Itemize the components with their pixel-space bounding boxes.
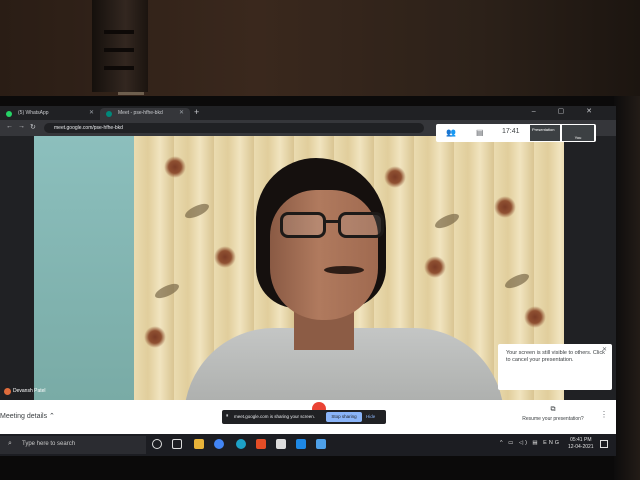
close-icon[interactable]: ✕	[602, 347, 607, 354]
taskbar-clock[interactable]: 05:41 PM 12-04-2021	[568, 437, 594, 451]
screen-share-banner: ⏸ meet.google.com is sharing your screen…	[222, 410, 386, 424]
presentation-label: Presentation	[532, 127, 555, 132]
tab-label: Meet - pse-hfhe-bkd	[118, 110, 163, 116]
back-icon[interactable]: ←	[6, 123, 13, 130]
self-tile[interactable]: D You	[562, 125, 594, 141]
notification-icon[interactable]	[600, 440, 608, 448]
photo-scene: (5) WhatsApp ✕ Meet - pse-hfhe-bkd ✕ + –…	[0, 0, 640, 480]
curtain-flower	[524, 306, 546, 328]
meeting-details-button[interactable]: Meeting details ⌃	[0, 412, 55, 420]
popup-text: Your screen is still visible to others. …	[506, 350, 605, 363]
taskbar-date: 12-04-2021	[568, 444, 594, 450]
taskbar-time: 05:41 PM	[570, 437, 592, 443]
chevron-up-icon: ⌃	[49, 413, 55, 420]
video-feed	[34, 136, 564, 400]
tab-meet[interactable]: Meet - pse-hfhe-bkd ✕	[100, 108, 190, 120]
curtain-flower	[424, 256, 446, 278]
search-placeholder: Type here to search	[22, 441, 76, 447]
edge-icon[interactable]	[236, 439, 246, 449]
more-options-icon[interactable]: ⋮	[600, 410, 608, 419]
cortana-icon[interactable]	[152, 439, 162, 449]
meet-top-bar: 👥 ▤ 17:41 Presentation D You	[436, 124, 596, 142]
curtain-flower	[144, 326, 166, 348]
url-text: meet.google.com/pse-hfhe-bkd	[54, 125, 123, 131]
close-icon[interactable]: ✕	[89, 109, 94, 116]
search-icon: ⌕	[8, 440, 12, 447]
self-label: You	[574, 135, 582, 140]
meet-icon	[106, 111, 112, 117]
resume-presentation-button[interactable]: ⧉ Resume your presentation?	[520, 406, 586, 422]
task-view-icon[interactable]	[172, 439, 182, 449]
people-icon[interactable]: 👥	[446, 128, 456, 137]
stop-sharing-button[interactable]: Stop sharing	[326, 412, 362, 422]
windows-taskbar: ⌕ Type here to search ^ ▭ ◁) ▤ ENG 05:41…	[0, 434, 616, 456]
window-controls[interactable]: – ▢ ✕	[532, 107, 602, 115]
office-icon[interactable]	[256, 439, 266, 449]
avatar	[4, 388, 11, 395]
moustache	[324, 266, 364, 274]
tab-whatsapp[interactable]: (5) WhatsApp ✕	[0, 108, 100, 120]
curtain-flower	[384, 166, 406, 188]
present-icon: ⧉	[550, 406, 556, 413]
whatsapp-icon	[6, 111, 12, 117]
chair-back	[92, 0, 148, 92]
participant-name-text: Devansh Patel	[13, 388, 46, 394]
reload-icon[interactable]: ↻	[30, 123, 36, 131]
hide-button[interactable]: Hide	[366, 414, 375, 419]
curtain-flower	[164, 156, 186, 178]
participant-name: Devansh Patel	[4, 388, 46, 395]
pause-icon: ⏸	[226, 413, 229, 419]
share-message: meet.google.com is sharing your screen.	[234, 414, 316, 419]
forward-icon[interactable]: →	[18, 123, 25, 130]
close-icon[interactable]: ✕	[179, 109, 184, 116]
chat-icon[interactable]: ▤	[476, 128, 484, 137]
person-face	[270, 190, 378, 320]
language-indicator[interactable]: ENG	[543, 440, 561, 446]
resume-label: Resume your presentation?	[522, 416, 584, 422]
monitor-edge	[614, 96, 640, 480]
url-field[interactable]: meet.google.com/pse-hfhe-bkd	[44, 123, 424, 133]
curtain-flower	[214, 246, 236, 268]
new-tab-button[interactable]: +	[194, 107, 199, 117]
chrome-icon[interactable]	[214, 439, 224, 449]
tab-label: (5) WhatsApp	[18, 110, 49, 116]
meeting-details-label: Meeting details	[0, 413, 48, 420]
vscode-icon[interactable]	[296, 439, 306, 449]
presentation-warning-popup[interactable]: Your screen is still visible to others. …	[498, 344, 612, 390]
browser-tab-bar: (5) WhatsApp ✕ Meet - pse-hfhe-bkd ✕ + –…	[0, 106, 616, 120]
system-tray[interactable]: ^ ▭ ◁) ▤ ENG	[500, 440, 561, 446]
file-explorer-icon[interactable]	[194, 439, 204, 449]
monitor-screen: (5) WhatsApp ✕ Meet - pse-hfhe-bkd ✕ + –…	[0, 106, 616, 456]
presentation-tile[interactable]: Presentation	[530, 125, 560, 141]
store-icon[interactable]	[276, 439, 286, 449]
app-icon[interactable]	[316, 439, 326, 449]
curtain-flower	[494, 196, 516, 218]
taskbar-search[interactable]: ⌕ Type here to search	[0, 436, 146, 454]
meeting-clock: 17:41	[502, 128, 520, 135]
glasses	[280, 212, 390, 242]
room-background	[0, 0, 640, 110]
